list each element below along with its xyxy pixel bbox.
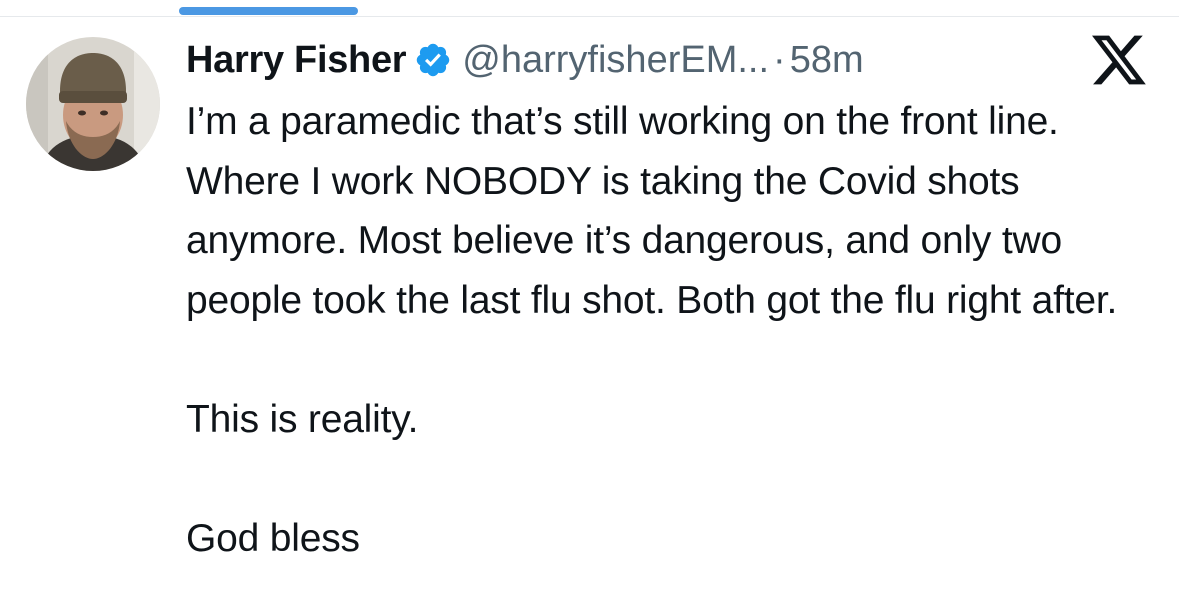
author-handle[interactable]: @harryfisherEM... bbox=[462, 39, 769, 82]
author-name[interactable]: Harry Fisher bbox=[186, 39, 407, 82]
tweet-timestamp[interactable]: 58m bbox=[790, 39, 864, 82]
tweet-paragraph: This is reality. bbox=[186, 397, 419, 441]
tweet-paragraph: I’m a paramedic that’s still working on … bbox=[186, 100, 1118, 322]
tweet-screen: Harry Fisher @harryfisherEM... · 58m I’m… bbox=[0, 0, 1179, 610]
tweet-text: I’m a paramedic that’s still working on … bbox=[186, 92, 1161, 568]
top-divider bbox=[0, 16, 1179, 17]
avatar-photo bbox=[26, 37, 160, 171]
verified-badge-icon bbox=[417, 43, 450, 77]
x-logo-icon bbox=[1092, 35, 1146, 85]
tweet-header: Harry Fisher @harryfisherEM... · 58m bbox=[186, 34, 864, 86]
tab-indicator bbox=[179, 7, 358, 15]
header-separator: · bbox=[773, 38, 786, 81]
tweet-paragraph: God bless bbox=[186, 516, 360, 560]
avatar[interactable] bbox=[26, 37, 160, 171]
